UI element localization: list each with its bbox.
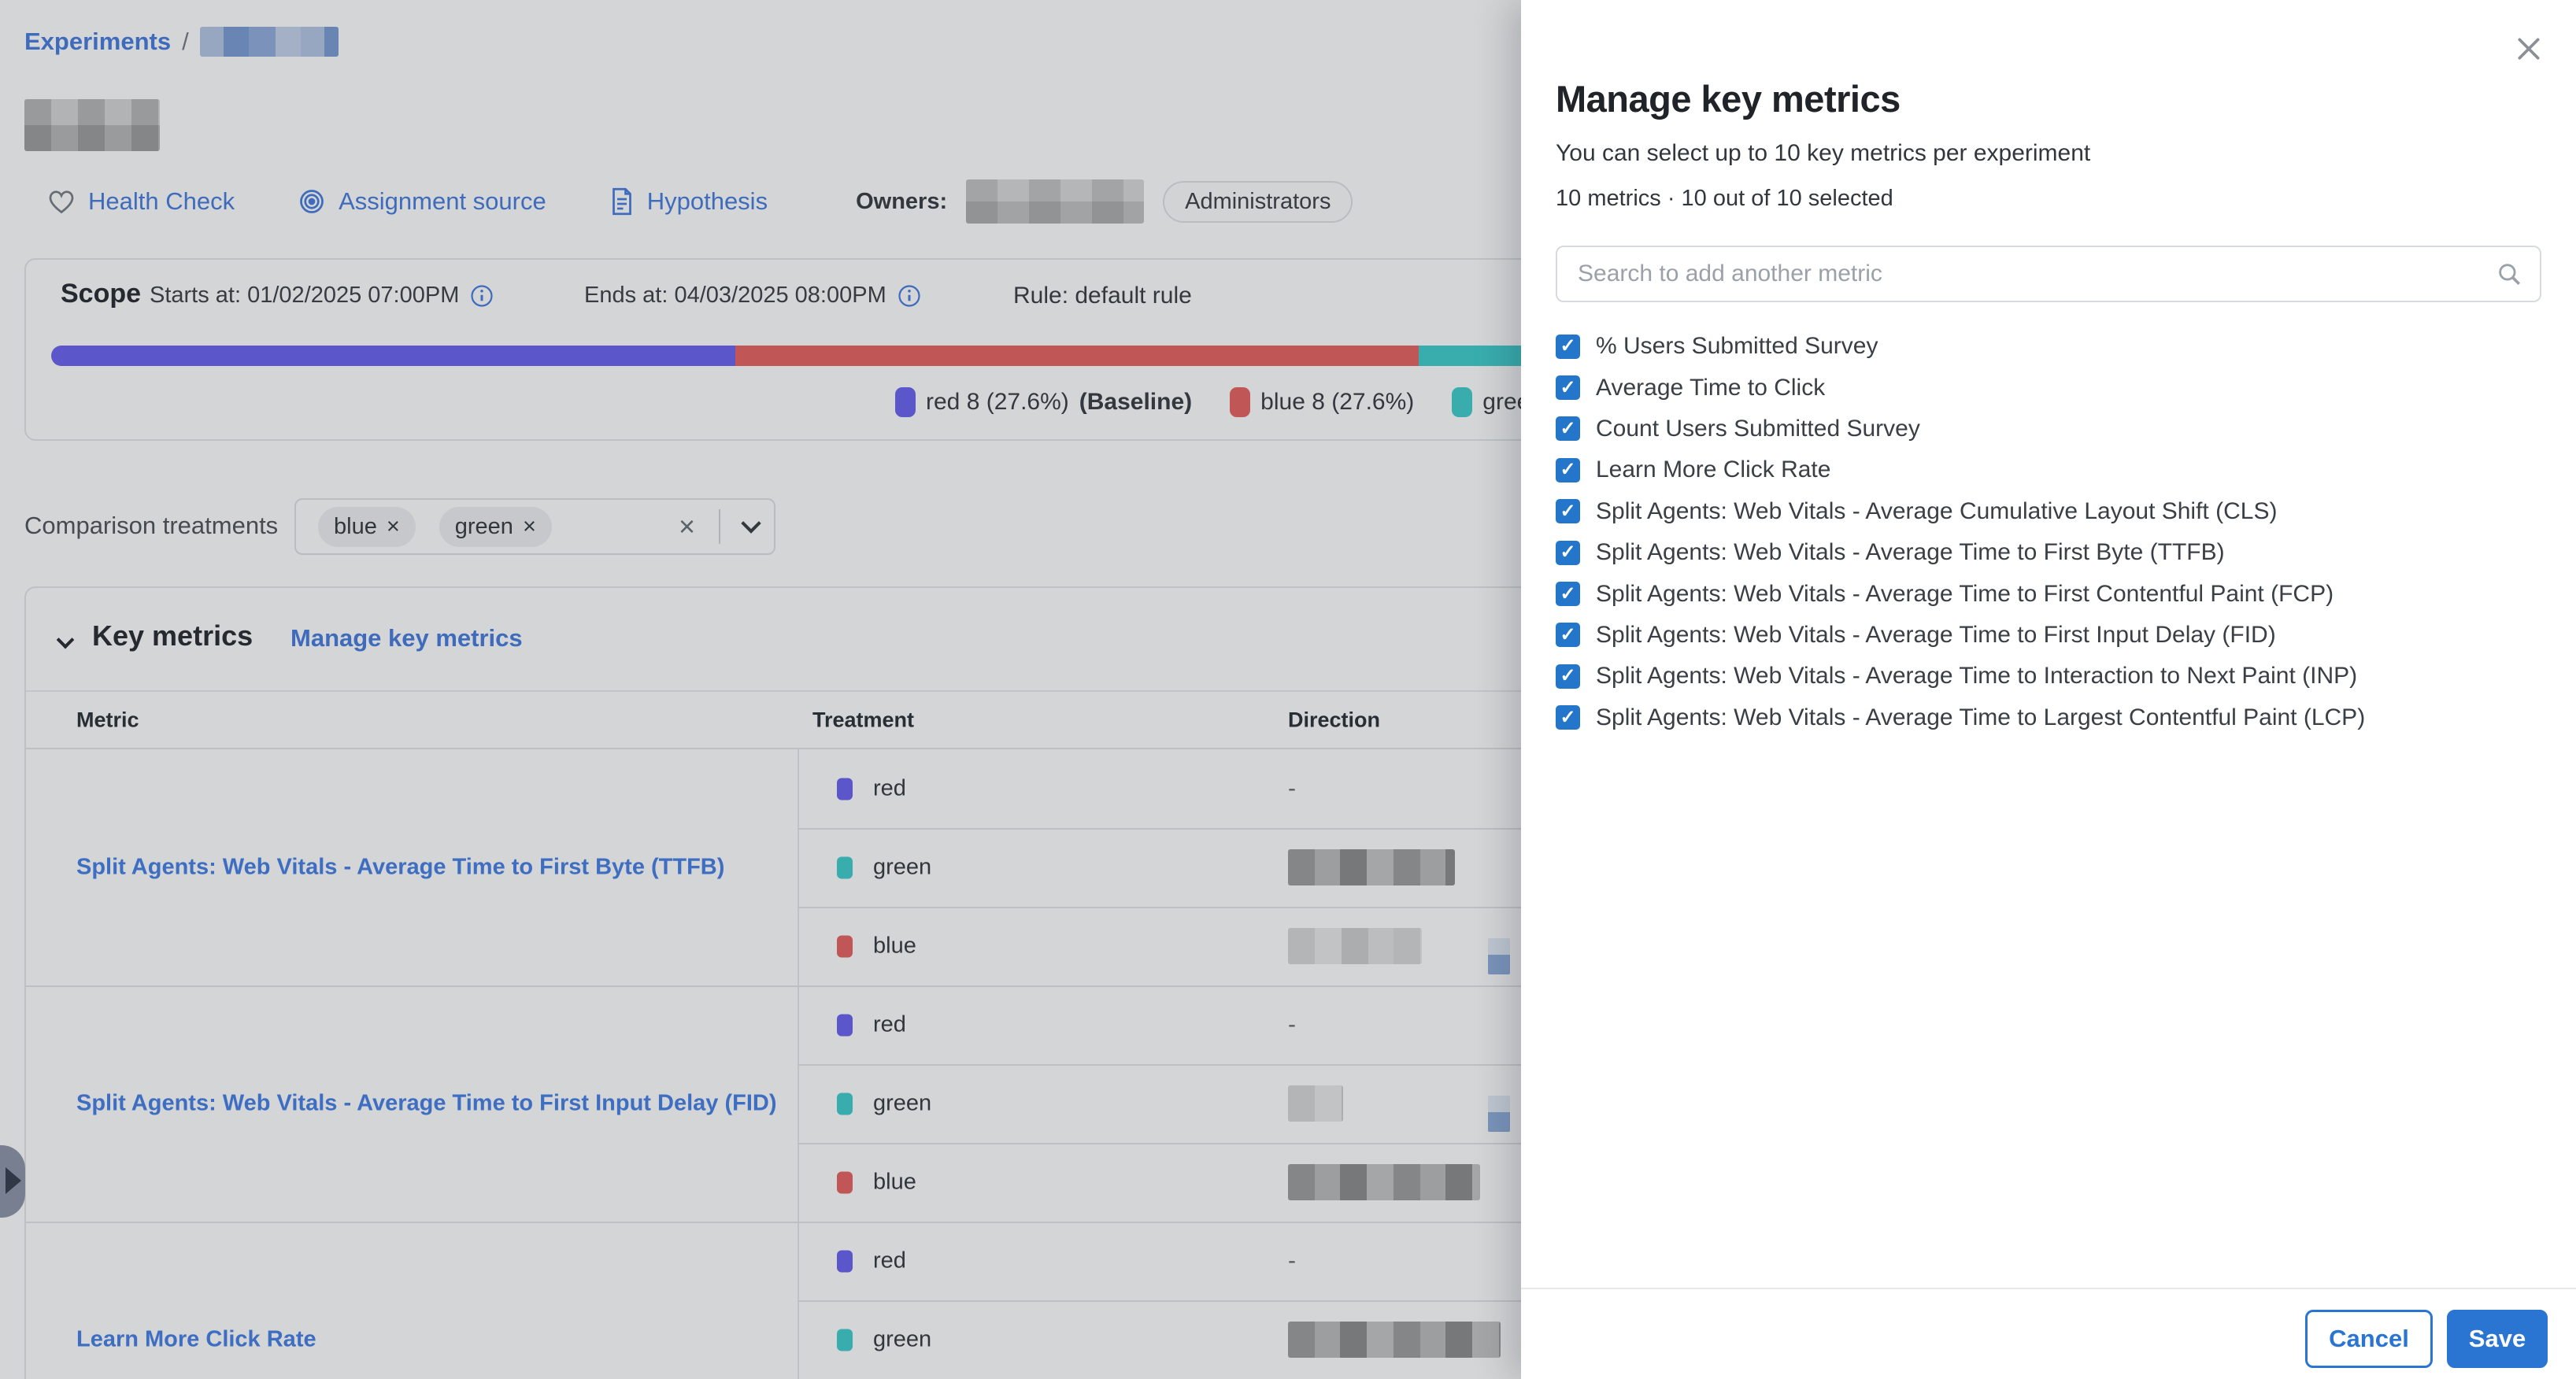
search-icon xyxy=(2496,261,2522,287)
checkbox-checked-icon[interactable]: ✓ xyxy=(1556,375,1580,400)
checkbox-checked-icon[interactable]: ✓ xyxy=(1556,416,1580,441)
metric-option-row[interactable]: ✓ Split Agents: Web Vitals - Average Cum… xyxy=(1556,491,2541,532)
modal-subtitle: You can select up to 10 key metrics per … xyxy=(1556,140,2090,167)
screen: Experiments / Health Check Assignment so… xyxy=(0,0,2576,1379)
checkbox-checked-icon[interactable]: ✓ xyxy=(1556,623,1580,647)
modal-title: Manage key metrics xyxy=(1556,77,1901,120)
metric-search-input[interactable] xyxy=(1578,261,2496,287)
metric-option-row[interactable]: ✓ Count Users Submitted Survey xyxy=(1556,409,2541,449)
metric-option-row[interactable]: ✓ % Users Submitted Survey xyxy=(1556,326,2541,367)
metric-search-box xyxy=(1556,246,2541,302)
cancel-button[interactable]: Cancel xyxy=(2305,1310,2433,1368)
metric-option-row[interactable]: ✓ Split Agents: Web Vitals - Average Tim… xyxy=(1556,697,2541,738)
manage-key-metrics-modal: Manage key metrics You can select up to … xyxy=(1521,0,2576,1379)
metric-option-row[interactable]: ✓ Split Agents: Web Vitals - Average Tim… xyxy=(1556,615,2541,656)
checkbox-checked-icon[interactable]: ✓ xyxy=(1556,705,1580,730)
checkbox-checked-icon[interactable]: ✓ xyxy=(1556,335,1580,359)
checkbox-checked-icon[interactable]: ✓ xyxy=(1556,582,1580,606)
save-button[interactable]: Save xyxy=(2447,1310,2548,1368)
metric-option-row[interactable]: ✓ Split Agents: Web Vitals - Average Tim… xyxy=(1556,656,2541,697)
metric-option-row[interactable]: ✓ Split Agents: Web Vitals - Average Tim… xyxy=(1556,573,2541,614)
metric-checkbox-list: ✓ % Users Submitted Survey ✓ Average Tim… xyxy=(1556,326,2541,738)
modal-footer: Cancel Save xyxy=(1521,1288,2576,1379)
metrics-count-line: 10 metrics · 10 out of 10 selected xyxy=(1556,186,1893,212)
close-icon[interactable] xyxy=(2513,33,2545,65)
metric-option-row[interactable]: ✓ Learn More Click Rate xyxy=(1556,449,2541,490)
checkbox-checked-icon[interactable]: ✓ xyxy=(1556,458,1580,482)
checkbox-checked-icon[interactable]: ✓ xyxy=(1556,664,1580,689)
checkbox-checked-icon[interactable]: ✓ xyxy=(1556,499,1580,523)
metric-option-row[interactable]: ✓ Split Agents: Web Vitals - Average Tim… xyxy=(1556,532,2541,573)
metric-option-row[interactable]: ✓ Average Time to Click xyxy=(1556,367,2541,408)
checkbox-checked-icon[interactable]: ✓ xyxy=(1556,541,1580,565)
